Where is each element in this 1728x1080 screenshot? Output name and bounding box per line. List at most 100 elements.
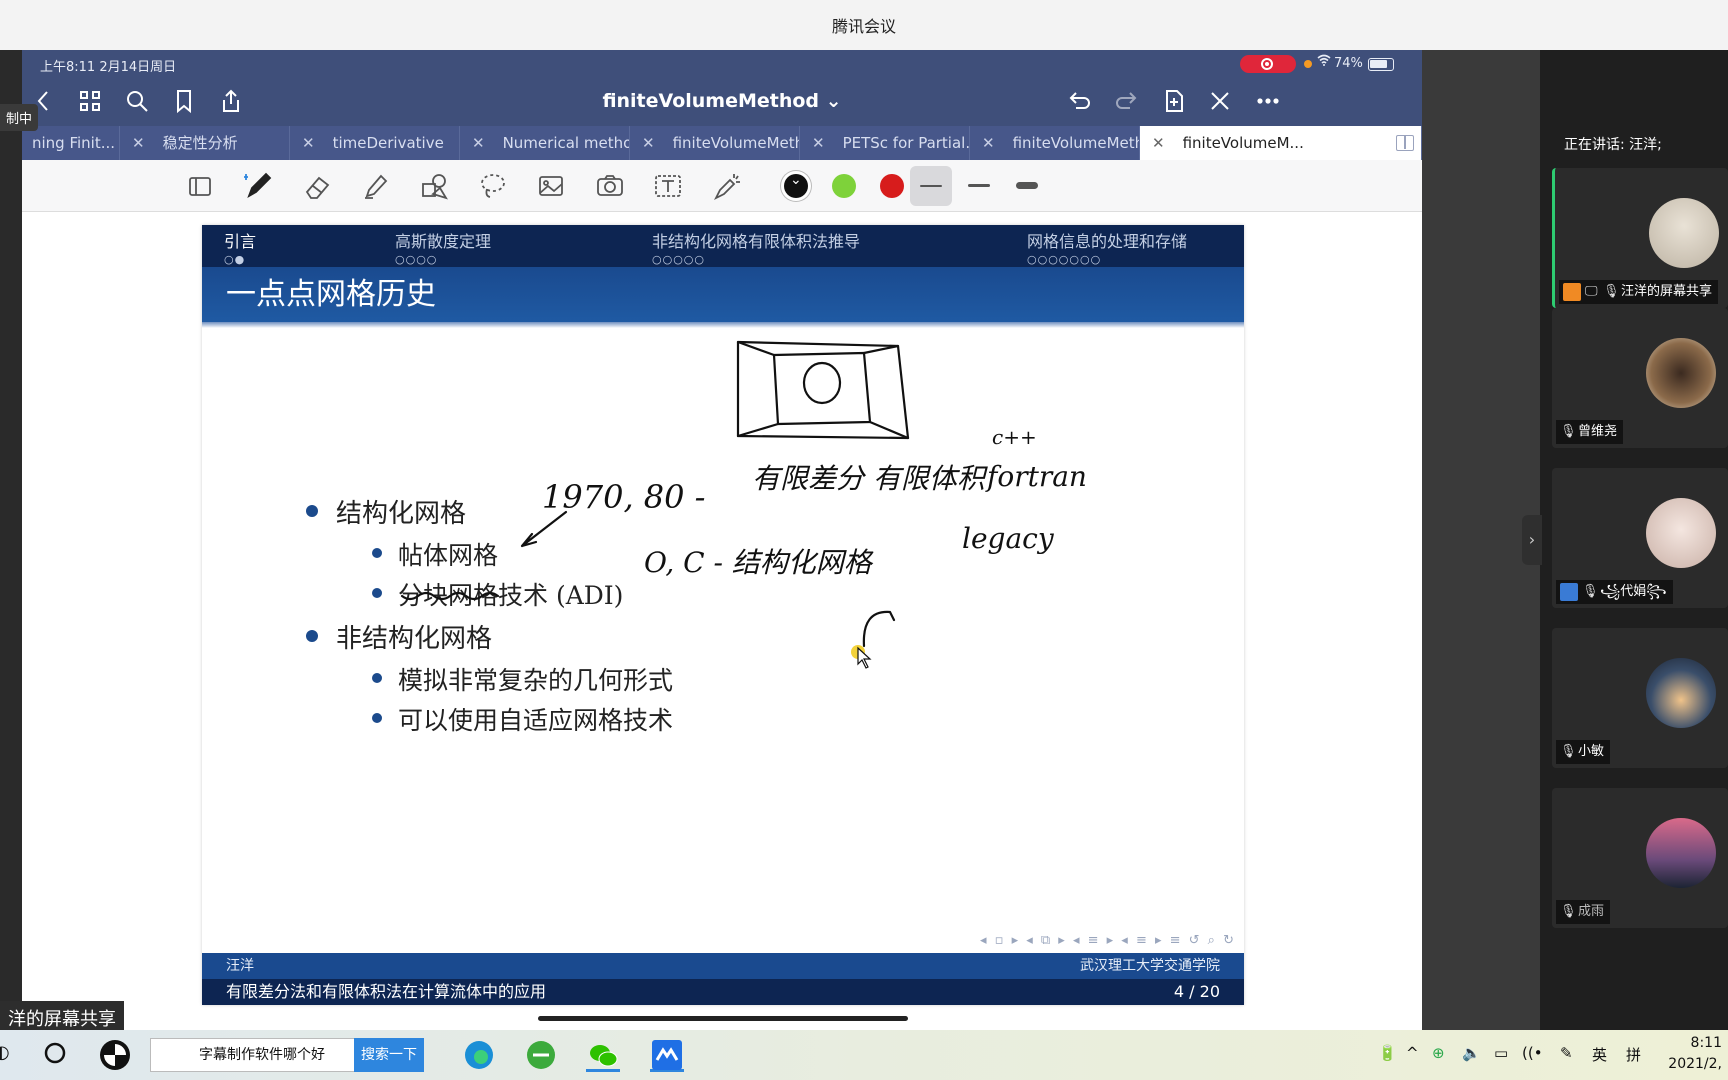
- taskbar-search-input[interactable]: 字幕制作软件哪个好: [150, 1038, 356, 1072]
- wifi-tray-icon[interactable]: ((•: [1522, 1044, 1543, 1062]
- microphone-muted-icon: 🎙: [1560, 904, 1577, 919]
- close-icon[interactable]: ✕: [1152, 134, 1165, 152]
- participant-tile-1[interactable]: 🎙 曾维尧: [1552, 308, 1728, 448]
- app-launcher-icon[interactable]: [98, 1038, 132, 1072]
- close-icon[interactable]: ✕: [302, 134, 315, 152]
- browser-green-icon[interactable]: [524, 1038, 558, 1072]
- screen-record-indicator: [1240, 55, 1296, 73]
- participant-label: 🎙 ꧁代娟꧂: [1556, 580, 1673, 604]
- ime-language[interactable]: 英: [1592, 1044, 1607, 1065]
- left-strip: [0, 50, 22, 1030]
- color-swatch-red[interactable]: [880, 174, 904, 198]
- section-intro[interactable]: 引言 ○●: [224, 228, 256, 266]
- avatar: [1646, 818, 1716, 888]
- document-tabs: ning Finit... ✕ 稳定性分析 ✕ timeDerivative ✕ Nu…: [22, 126, 1422, 160]
- pen-icon[interactable]: [242, 170, 276, 202]
- participant-label: 🖵 🎙 汪洋的屏幕共享: [1559, 280, 1719, 304]
- pen-toggle-icon[interactable]: [1206, 88, 1234, 116]
- avatar: [1646, 338, 1716, 408]
- tab-3[interactable]: ✕Numerical method...: [460, 126, 630, 160]
- sidebar-toggle-icon[interactable]: [184, 170, 218, 202]
- bullet-list: 结构化网格 帖体网格 分块网格技术 (ADI) 非结构化网格 模拟非常复杂的几何…: [302, 493, 673, 741]
- tab-5[interactable]: ✕ PETSc for Partial...: [800, 126, 970, 160]
- close-icon[interactable]: ✕: [812, 134, 825, 152]
- show-hidden-icons[interactable]: ^: [1406, 1044, 1419, 1062]
- tab-0[interactable]: ning Finit...: [20, 126, 120, 160]
- pen-tray-icon[interactable]: ✎: [1560, 1044, 1573, 1062]
- stroke-thick-button[interactable]: [1006, 166, 1048, 206]
- home-indicator[interactable]: [538, 1016, 908, 1021]
- add-page-icon[interactable]: [1160, 88, 1188, 116]
- undo-icon[interactable]: [1066, 88, 1094, 116]
- taskbar-clock[interactable]: 8:11 2021/2,: [1668, 1033, 1722, 1075]
- participant-tile-4[interactable]: 🎙 成雨: [1552, 788, 1728, 928]
- slide: 引言 ○● 高斯散度定理 ○○○○ 非结构化网格有限体积法推导 ○○○○○ 网格信息的…: [202, 225, 1244, 1005]
- stroke-medium-button[interactable]: [958, 166, 1000, 206]
- battery-tray-icon[interactable]: ▭: [1494, 1044, 1508, 1062]
- ipad-status-bar: 上午8:11 2月14日周日 74%: [22, 50, 1422, 78]
- more-icon[interactable]: [1254, 88, 1282, 116]
- microphone-icon: 🎙: [1603, 284, 1620, 299]
- tencent-meeting-icon[interactable]: [650, 1038, 684, 1072]
- edge-icon[interactable]: [462, 1038, 496, 1072]
- slide-title: 一点点网格历史: [202, 267, 1244, 328]
- participant-tile-3[interactable]: 🎙 小敏: [1552, 628, 1728, 768]
- participant-label: 🎙 小敏: [1556, 740, 1611, 764]
- tab-1[interactable]: ✕ 稳定性分析: [120, 126, 290, 160]
- window-title: 腾讯会议: [831, 17, 896, 36]
- microphone-muted-icon: 🎙: [1560, 744, 1577, 759]
- color-swatch-green[interactable]: [832, 174, 856, 198]
- slide-section-nav: 引言 ○● 高斯散度定理 ○○○○ 非结构化网格有限体积法推导 ○○○○○ 网格信息的…: [202, 225, 1244, 267]
- close-icon[interactable]: ✕: [982, 134, 995, 152]
- bullet-block-mesh: 分块网格技术 (ADI): [302, 576, 673, 612]
- laser-pointer-icon[interactable]: [712, 170, 746, 202]
- text-icon[interactable]: [652, 170, 686, 202]
- color-swatch-black[interactable]: [784, 172, 808, 198]
- tab-2[interactable]: ✕ timeDerivative: [290, 126, 460, 160]
- close-icon[interactable]: ✕: [472, 134, 485, 152]
- camera-icon[interactable]: [594, 170, 628, 202]
- cortana-icon[interactable]: [42, 1040, 68, 1074]
- ime-mode[interactable]: 拼: [1626, 1044, 1641, 1065]
- taskbar-search-button[interactable]: 搜索一下: [354, 1038, 424, 1072]
- wechat-icon[interactable]: [586, 1038, 620, 1072]
- close-icon[interactable]: ✕: [642, 134, 655, 152]
- tab-7-active[interactable]: ✕ finiteVolumeM...: [1140, 126, 1422, 160]
- participant-label: 🎙 曾维尧: [1556, 420, 1624, 444]
- collapse-panel-button[interactable]: ›: [1522, 515, 1542, 565]
- window-titlebar: 腾讯会议: [0, 0, 1728, 50]
- avatar: [1646, 658, 1716, 728]
- section-derivation[interactable]: 非结构化网格有限体积法推导 ○○○○○: [652, 228, 860, 266]
- tab-6[interactable]: ✕finiteVolumeMeth...: [970, 126, 1140, 160]
- participant-tile-0[interactable]: 🖵 🎙 汪洋的屏幕共享: [1552, 168, 1728, 308]
- usb-icon[interactable]: 🔋: [1378, 1044, 1397, 1062]
- footer-talk-title: 有限差分法和有限体积法在计算流体中的应用: [226, 982, 547, 1001]
- network-plus-icon[interactable]: ⊕: [1432, 1044, 1445, 1062]
- redo-icon[interactable]: [1112, 88, 1140, 116]
- bullet-structured: 结构化网格: [302, 493, 673, 530]
- split-view-icon[interactable]: [1396, 135, 1414, 151]
- eraser-icon[interactable]: [301, 170, 335, 202]
- notes-nav-bar: finiteVolumeMethod ⌄: [22, 78, 1422, 126]
- volume-icon[interactable]: 🔈: [1462, 1044, 1481, 1062]
- tab-4[interactable]: ✕finiteVolumeMethod: [630, 126, 800, 160]
- stroke-thin-button[interactable]: [910, 166, 952, 206]
- avatar: [1646, 498, 1716, 568]
- windows-taskbar: ◐ e 字幕制作软件哪个好 搜索一下 🔋 ^ ⊕ 🔈 ▭ ((• ✎ 英 拼 8…: [0, 1030, 1728, 1080]
- microphone-muted-icon: 🎙: [1560, 424, 1577, 439]
- highlighter-icon[interactable]: [359, 170, 393, 202]
- close-icon[interactable]: ✕: [132, 134, 145, 152]
- battery-percent: 74%: [1334, 56, 1363, 71]
- lasso-icon[interactable]: [477, 170, 511, 202]
- image-icon[interactable]: [535, 170, 569, 202]
- beamer-mini-navigation[interactable]: ◂ ▫ ▸ ◂ ⧉ ▸ ◂ ≡ ▸ ◂ ≡ ▸ ≡ ↺ ⌕ ↻: [980, 933, 1236, 948]
- start-partial-icon[interactable]: ◐: [0, 1042, 10, 1076]
- participant-tile-2[interactable]: 🎙 ꧁代娟꧂: [1552, 468, 1728, 608]
- shapes-icon[interactable]: [418, 170, 452, 202]
- speaking-indicator: 正在讲话: 汪洋;: [1564, 137, 1662, 153]
- section-mesh-storage[interactable]: 网格信息的处理和存储 ○○○○○○○: [1027, 228, 1187, 266]
- section-gauss[interactable]: 高斯散度定理 ○○○○: [395, 228, 491, 266]
- footer-page-number: 4 / 20: [1173, 982, 1220, 1001]
- wifi-icon: [1317, 54, 1331, 70]
- recording-badge: 制中: [0, 104, 39, 131]
